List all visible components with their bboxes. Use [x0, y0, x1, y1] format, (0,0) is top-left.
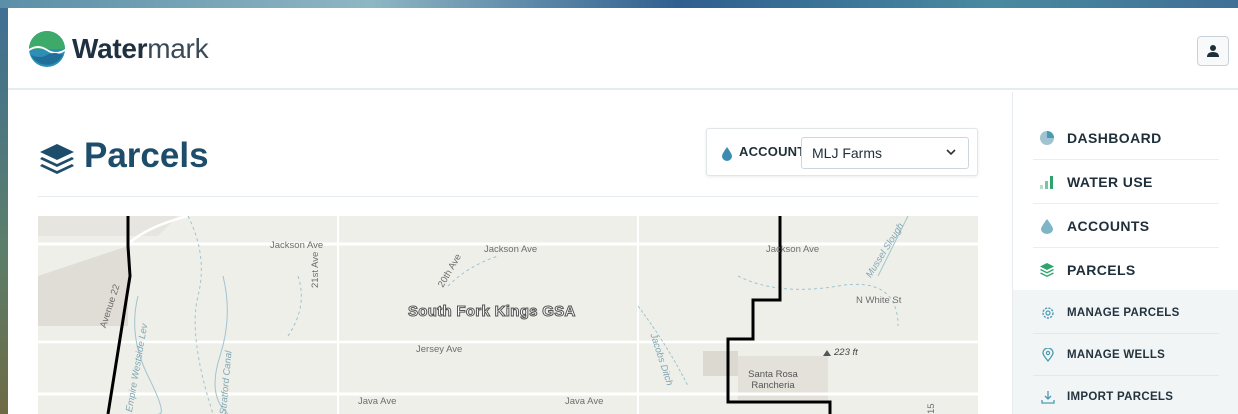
pie-chart-icon	[1040, 131, 1054, 145]
droplet-icon	[1041, 219, 1053, 234]
bar-chart-icon	[1040, 176, 1053, 189]
map-place-label: Santa Rosa Rancheria	[748, 369, 798, 391]
sidebar-item-water-use[interactable]: WATER USE	[1033, 160, 1219, 204]
map-region-label: South Fork Kings GSA	[408, 303, 576, 321]
map-road-label: Jackson Ave	[484, 244, 538, 255]
account-selector: ACCOUNT MLJ Farms	[706, 128, 978, 176]
map-road-label: Jackson Ave	[766, 244, 820, 255]
account-selected-value: MLJ Farms	[812, 145, 882, 161]
page-title: Parcels	[84, 136, 209, 175]
chevron-down-icon	[946, 149, 956, 156]
download-icon	[1041, 391, 1055, 404]
background-strip	[0, 0, 1238, 8]
top-header: Watermark	[8, 8, 1238, 90]
sidebar-item-dashboard[interactable]: DASHBOARD	[1033, 116, 1219, 160]
brand-name-bold: Water	[72, 33, 148, 64]
app-window: Watermark Parcels ACCOUNT MLJ Farms Jack…	[8, 8, 1238, 414]
sidebar-item-label: DASHBOARD	[1067, 130, 1162, 146]
layers-icon	[40, 144, 74, 174]
map-road-label: 21st Ave	[310, 251, 321, 288]
droplet-icon	[722, 147, 732, 161]
account-dropdown[interactable]: MLJ Farms	[801, 137, 969, 169]
title-divider	[38, 196, 978, 197]
parcels-map[interactable]: Jackson Ave Jackson Ave Jackson Ave 21st…	[38, 216, 978, 414]
submenu-item-manage-wells[interactable]: MANAGE WELLS	[1033, 334, 1219, 376]
parcels-submenu: MANAGE PARCELS MANAGE WELLS IMPORT PARCE…	[1013, 290, 1238, 414]
sidebar-item-label: ACCOUNTS	[1067, 218, 1150, 234]
user-menu-button[interactable]	[1197, 36, 1229, 66]
gear-icon	[1042, 307, 1054, 319]
brand-name-regular: mark	[147, 33, 209, 64]
map-road-label: N White St	[856, 295, 902, 306]
submenu-item-label: MANAGE PARCELS	[1067, 307, 1180, 319]
submenu-item-manage-parcels[interactable]: MANAGE PARCELS	[1033, 292, 1219, 334]
map-road-label: Java Ave	[565, 396, 604, 407]
sidebar-item-label: WATER USE	[1067, 174, 1153, 190]
submenu-item-label: IMPORT PARCELS	[1067, 391, 1174, 403]
map-road-label: Jersey Ave	[416, 344, 463, 355]
sidebar-nav: DASHBOARD WATER USE ACCOUNTS PARCELS MAN…	[1012, 92, 1238, 414]
submenu-item-import-parcels[interactable]: IMPORT PARCELS	[1033, 376, 1219, 414]
map-elevation-label: 223 ft	[834, 347, 858, 358]
brand-name[interactable]: Watermark	[72, 33, 209, 65]
map-pin-icon	[1042, 348, 1054, 362]
main-content: Parcels ACCOUNT MLJ Farms Jackson Ave Ja…	[8, 92, 1012, 414]
submenu-item-label: MANAGE WELLS	[1067, 349, 1166, 361]
map-road-label: Jackson Ave	[270, 240, 324, 251]
layers-icon	[1040, 263, 1054, 277]
sidebar-item-label: PARCELS	[1067, 262, 1136, 278]
map-edge-label: 15	[926, 403, 937, 414]
sidebar-item-accounts[interactable]: ACCOUNTS	[1033, 204, 1219, 248]
user-icon	[1207, 45, 1219, 57]
watermark-logo-icon[interactable]	[28, 30, 66, 68]
map-road-label: Java Ave	[358, 396, 397, 407]
sidebar-item-parcels[interactable]: PARCELS	[1033, 248, 1219, 292]
account-label: ACCOUNT	[739, 144, 806, 159]
